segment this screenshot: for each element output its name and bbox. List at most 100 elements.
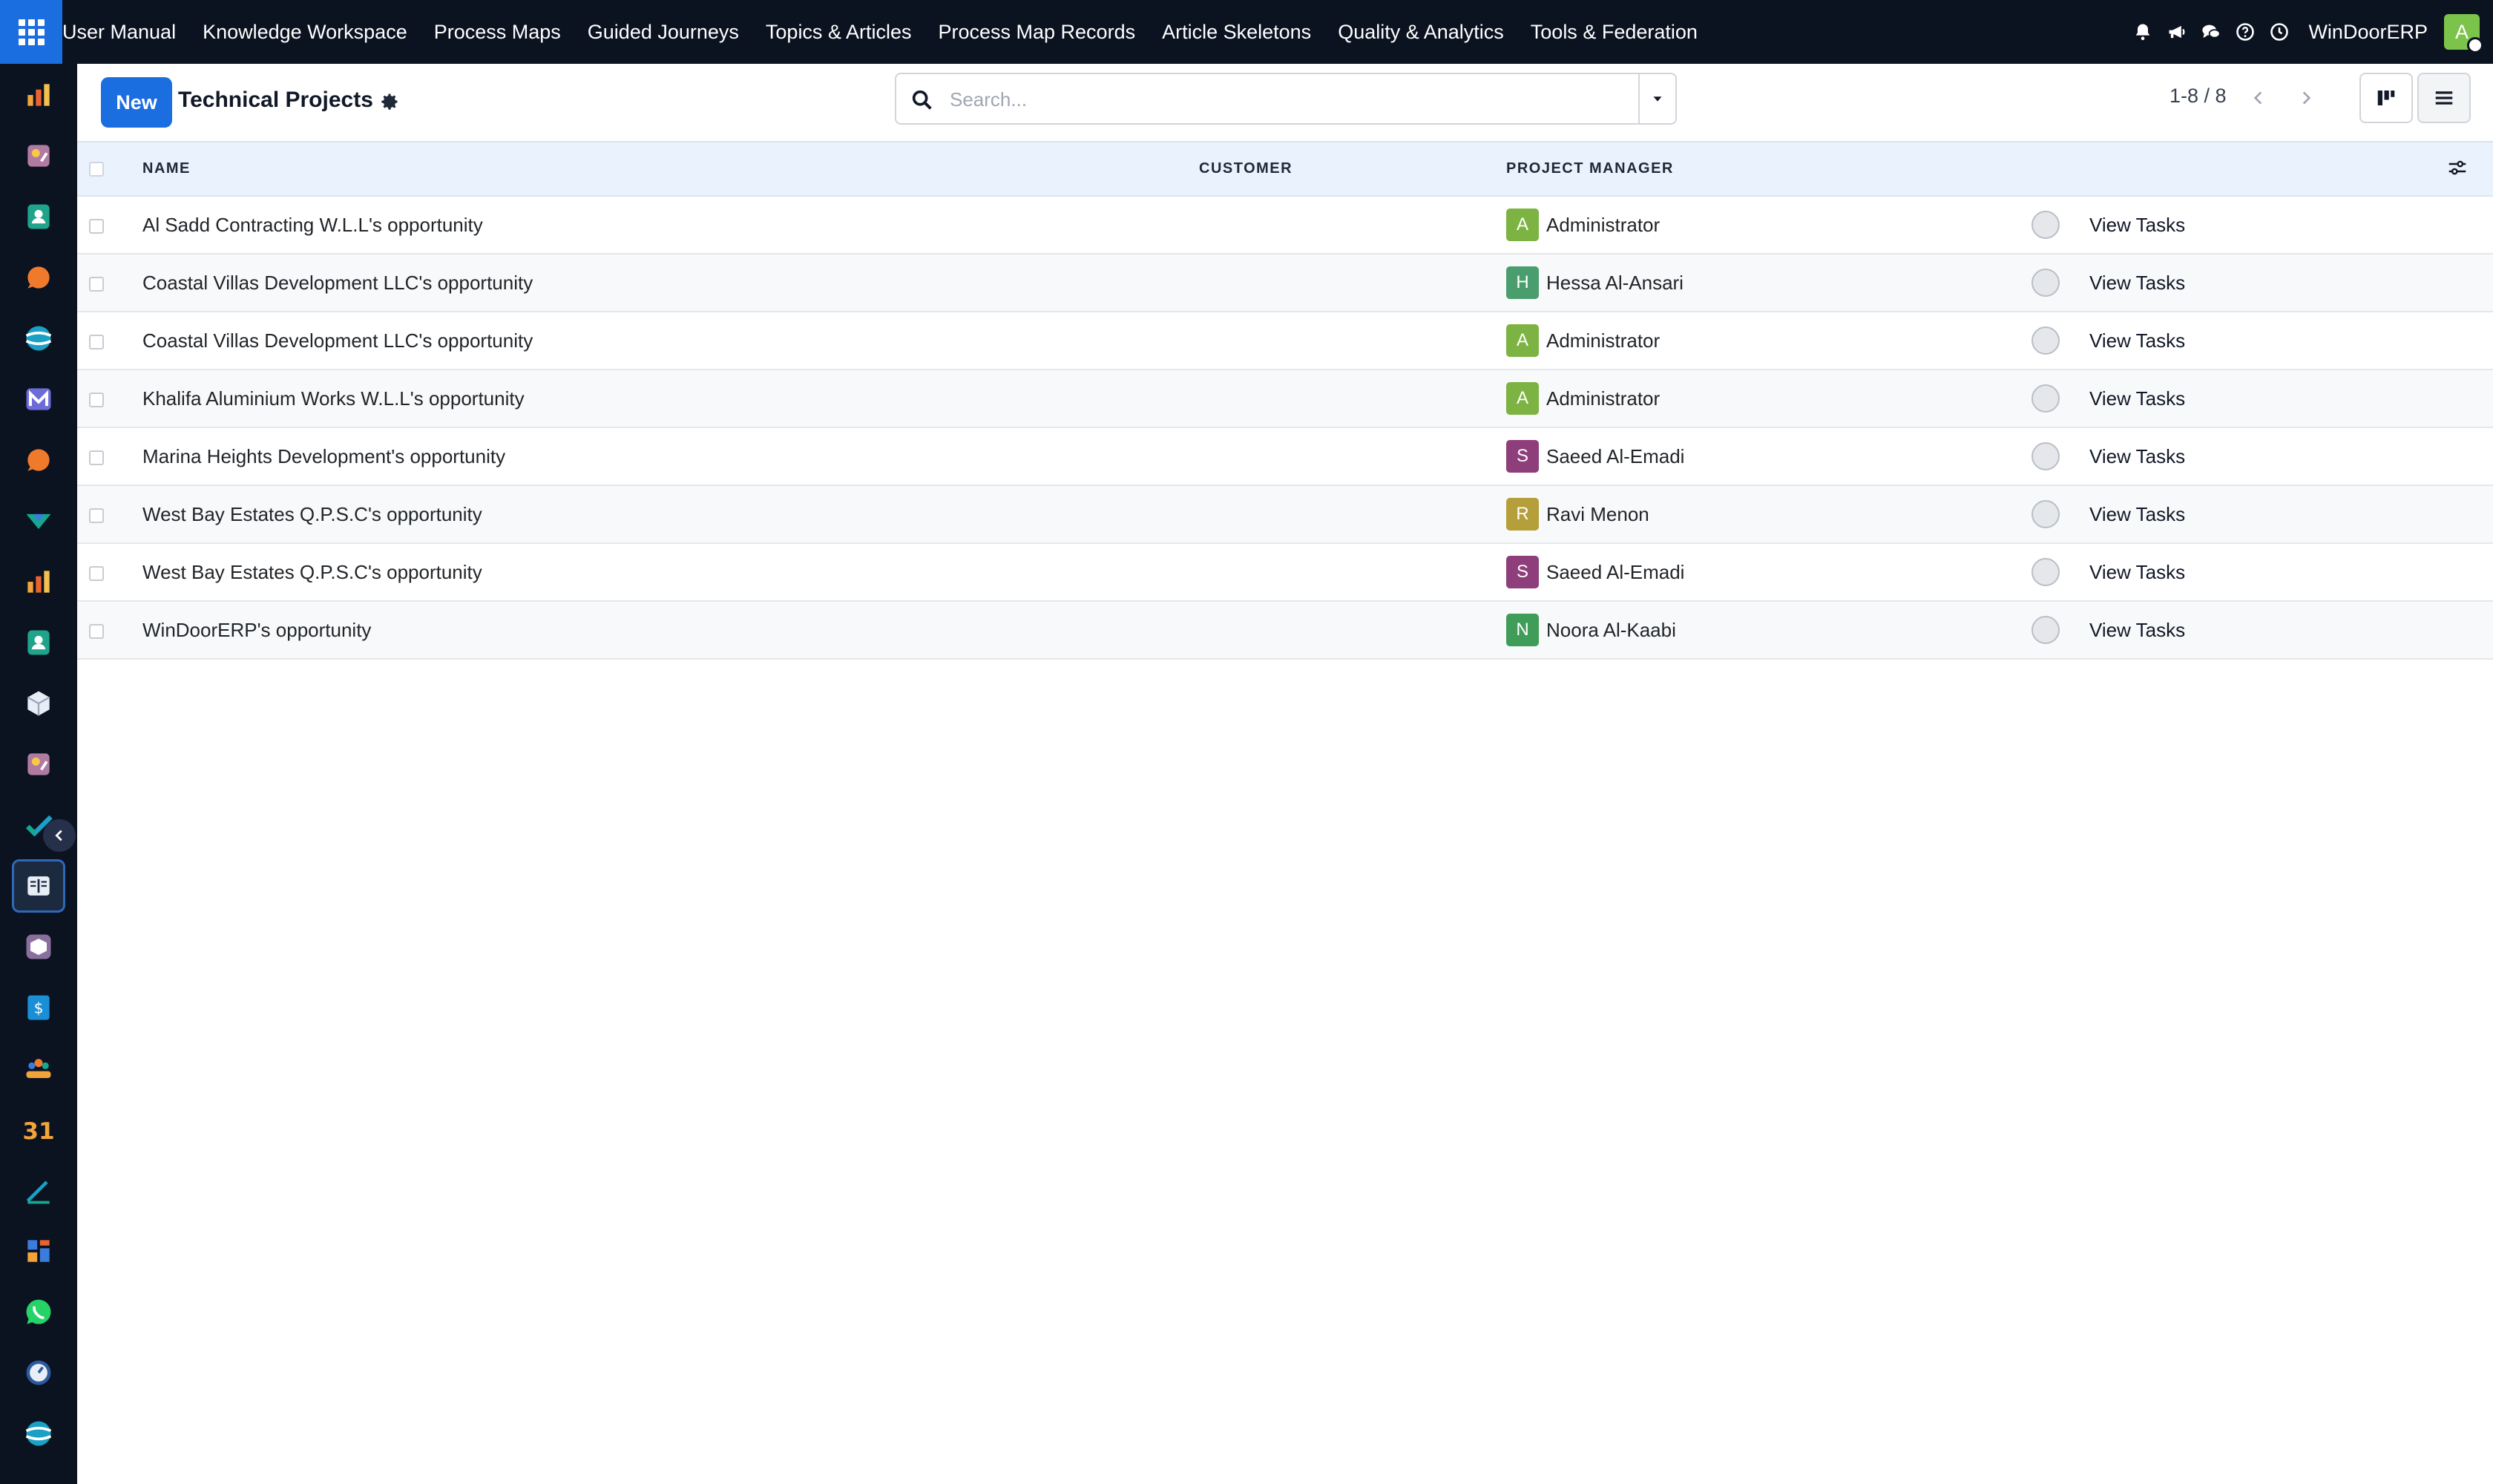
manager-avatar[interactable]: S <box>1506 440 1539 473</box>
status-circle[interactable] <box>2031 326 2060 355</box>
column-header-project-manager[interactable]: PROJECT MANAGER <box>1506 142 2031 197</box>
row-checkbox[interactable] <box>89 623 104 639</box>
user-avatar[interactable]: A <box>2444 14 2483 53</box>
livechat-icon[interactable] <box>12 433 65 487</box>
project-manager-cell[interactable]: R Ravi Menon <box>1506 485 2031 543</box>
pager-value[interactable]: 1-8 / 8 <box>2170 85 2227 108</box>
menu-item-process-maps[interactable]: Process Maps <box>434 21 561 44</box>
status-circle[interactable] <box>2031 616 2060 644</box>
row-checkbox[interactable] <box>89 334 104 349</box>
project-name[interactable]: WinDoorERP's opportunity <box>142 601 1199 659</box>
project-manager-cell[interactable]: S Saeed Al-Emadi <box>1506 543 2031 601</box>
manager-avatar[interactable]: A <box>1506 209 1539 241</box>
project-manager-cell[interactable]: S Saeed Al-Emadi <box>1506 427 2031 485</box>
menu-item-user-manual[interactable]: User Manual <box>62 21 176 44</box>
customer[interactable] <box>1199 485 1506 543</box>
mail-icon[interactable] <box>12 372 65 426</box>
manager-avatar[interactable]: R <box>1506 498 1539 531</box>
kanban-view-button[interactable] <box>2359 73 2413 123</box>
row-checkbox[interactable] <box>89 450 104 465</box>
customer[interactable] <box>1199 601 1506 659</box>
reporting-icon[interactable] <box>12 555 65 608</box>
table-row[interactable]: Khalifa Aluminium Works W.L.L's opportun… <box>77 370 2493 427</box>
contacts-icon[interactable] <box>12 190 65 243</box>
select-all-checkbox[interactable] <box>89 161 104 177</box>
customer[interactable] <box>1199 196 1506 254</box>
status-circle[interactable] <box>2031 442 2060 470</box>
table-row[interactable]: Coastal Villas Development LLC's opportu… <box>77 312 2493 370</box>
menu-item-guided-journeys[interactable]: Guided Journeys <box>588 21 739 44</box>
app-menu-button[interactable] <box>0 0 62 64</box>
search-input[interactable] <box>950 80 1603 119</box>
megaphone-icon[interactable] <box>2166 21 2188 43</box>
view-tasks-button[interactable]: View Tasks <box>2089 445 2185 467</box>
menu-item-quality-analytics[interactable]: Quality & Analytics <box>1338 21 1504 44</box>
project-manager-cell[interactable]: A Administrator <box>1506 370 2031 427</box>
row-checkbox[interactable] <box>89 276 104 292</box>
project-manager-cell[interactable]: A Administrator <box>1506 196 2031 254</box>
menu-item-knowledge-workspace[interactable]: Knowledge Workspace <box>203 21 407 44</box>
team-icon[interactable] <box>12 1042 65 1095</box>
table-row[interactable]: West Bay Estates Q.P.S.C's opportunity R R… <box>77 485 2493 543</box>
column-header-name[interactable]: NAME <box>142 142 1199 197</box>
inventory-icon[interactable] <box>12 677 65 730</box>
project-manager-cell[interactable]: A Administrator <box>1506 312 2031 370</box>
status-circle[interactable] <box>2031 384 2060 413</box>
crm-icon[interactable] <box>12 68 65 122</box>
table-row[interactable]: Coastal Villas Development LLC's opportu… <box>77 254 2493 312</box>
menu-item-topics-articles[interactable]: Topics & Articles <box>766 21 912 44</box>
project-name[interactable]: Al Sadd Contracting W.L.L's opportunity <box>142 196 1199 254</box>
status-circle[interactable] <box>2031 269 2060 297</box>
company-switcher[interactable]: WinDoorERP <box>2308 21 2428 44</box>
project-name[interactable]: Coastal Villas Development LLC's opportu… <box>142 254 1199 312</box>
sidebar-collapse-button[interactable] <box>43 819 76 852</box>
packages-icon[interactable] <box>12 920 65 974</box>
chat-icon[interactable] <box>2200 21 2222 43</box>
pager-next-button[interactable] <box>2285 73 2327 123</box>
optional-columns-button[interactable] <box>2444 154 2471 181</box>
list-view-button[interactable] <box>2417 73 2471 123</box>
row-checkbox[interactable] <box>89 565 104 581</box>
customer[interactable] <box>1199 312 1506 370</box>
manager-avatar[interactable]: A <box>1506 324 1539 357</box>
project-name[interactable]: Khalifa Aluminium Works W.L.L's opportun… <box>142 370 1199 427</box>
status-circle[interactable] <box>2031 500 2060 528</box>
manager-avatar[interactable]: S <box>1506 556 1539 588</box>
menu-item-process-map-records[interactable]: Process Map Records <box>938 21 1135 44</box>
gear-icon[interactable] <box>377 89 402 114</box>
view-tasks-button[interactable]: View Tasks <box>2089 561 2185 583</box>
project-name[interactable]: Marina Heights Development's opportunity <box>142 427 1199 485</box>
employees-icon[interactable] <box>12 616 65 669</box>
table-row[interactable]: Al Sadd Contracting W.L.L's opportunity A… <box>77 196 2493 254</box>
bell-icon[interactable] <box>2132 21 2154 43</box>
timer-icon[interactable] <box>12 1346 65 1399</box>
clock-icon[interactable] <box>2268 21 2290 43</box>
sign-icon[interactable] <box>12 1163 65 1217</box>
project-name[interactable]: West Bay Estates Q.P.S.C's opportunity <box>142 485 1199 543</box>
menu-item-article-skeletons[interactable]: Article Skeletons <box>1162 21 1311 44</box>
status-circle[interactable] <box>2031 558 2060 586</box>
view-tasks-button[interactable]: View Tasks <box>2089 214 2185 236</box>
view-tasks-button[interactable]: View Tasks <box>2089 272 2185 294</box>
status-circle[interactable] <box>2031 211 2060 239</box>
row-checkbox[interactable] <box>89 508 104 523</box>
view-tasks-button[interactable]: View Tasks <box>2089 329 2185 352</box>
row-checkbox[interactable] <box>89 218 104 234</box>
customer[interactable] <box>1199 370 1506 427</box>
website-icon[interactable] <box>12 312 65 365</box>
customer[interactable] <box>1199 254 1506 312</box>
search-options-toggle[interactable] <box>1638 74 1675 123</box>
manager-avatar[interactable]: A <box>1506 382 1539 415</box>
customer[interactable] <box>1199 427 1506 485</box>
view-tasks-button[interactable]: View Tasks <box>2089 503 2185 525</box>
project-name[interactable]: West Bay Estates Q.P.S.C's opportunity <box>142 543 1199 601</box>
invoicing-icon[interactable]: $ <box>12 981 65 1034</box>
project-name[interactable]: Coastal Villas Development LLC's opportu… <box>142 312 1199 370</box>
manager-avatar[interactable]: H <box>1506 266 1539 299</box>
table-row[interactable]: West Bay Estates Q.P.S.C's opportunity S S… <box>77 543 2493 601</box>
project-manager-cell[interactable]: N Noora Al-Kaabi <box>1506 601 2031 659</box>
dashboard-icon[interactable] <box>12 1224 65 1278</box>
calendar-icon[interactable]: 31 <box>12 1103 65 1156</box>
view-tasks-button[interactable]: View Tasks <box>2089 387 2185 410</box>
menu-item-tools-federation[interactable]: Tools & Federation <box>1531 21 1698 44</box>
